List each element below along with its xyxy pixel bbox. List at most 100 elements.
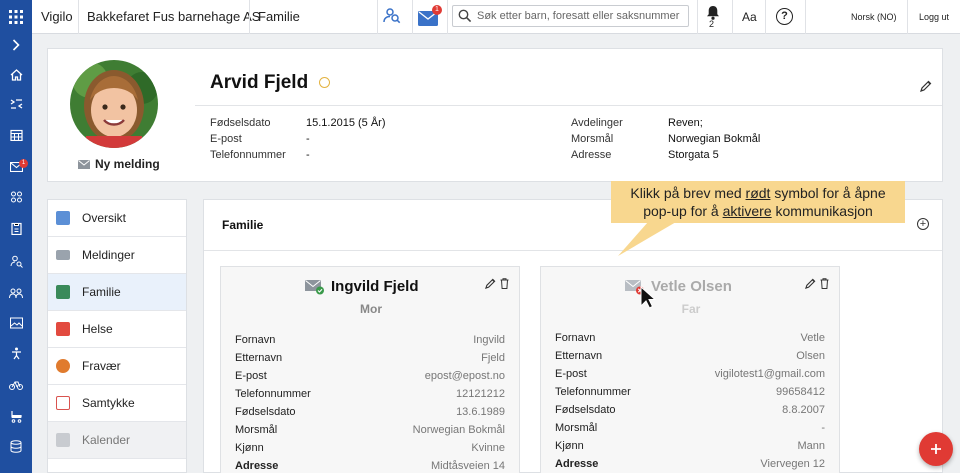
sidebar-item-images[interactable] [0,312,32,334]
absence-icon [56,359,70,373]
sidebar-item-groups[interactable] [0,186,32,208]
mouse-cursor-icon [640,286,656,309]
sidebar-expand-button[interactable] [0,34,32,56]
nav-item-helse[interactable]: Helse [48,311,186,348]
family-icon [56,285,70,299]
sidebar-item-database[interactable] [0,435,32,457]
sidebar-item-clipboard[interactable] [0,217,32,239]
sidebar-item-messages[interactable]: 1 [0,156,32,178]
divider [78,0,79,34]
parent-field-row: Fødselsdato 13.6.1989 [235,406,505,418]
add-fab-button[interactable] [919,432,953,466]
mail-icon [56,250,70,260]
edit-parent-button[interactable] [485,276,496,294]
institution-name[interactable]: Bakkefaret Fus barnehage AS [87,0,260,34]
chevron-right-icon [12,39,20,51]
sidebar-item-person-search[interactable] [0,250,32,272]
search-field[interactable] [452,5,689,27]
mail-active-icon[interactable] [305,279,325,295]
nav-item-familie[interactable]: Familie [48,274,186,311]
divider [412,0,413,34]
tooltip-line-1: Klikk på brev med rødt symbol for å åpne [630,185,886,201]
parent-field-row: Adresse Viervegen 12 [555,458,825,470]
nav-item-label: Fravær [82,359,121,373]
nav-item-fravaer[interactable]: Fravær [48,348,186,385]
language-selector[interactable]: Norsk (NO) [851,0,897,34]
font-size-button[interactable]: Aa [742,0,757,34]
stroller-icon [10,410,22,423]
parent-field-row: Etternavn Olsen [555,350,825,362]
email-value: - [306,133,310,145]
bell-icon [707,6,719,20]
message-badge: 1 [432,5,442,15]
edit-parent-button[interactable] [805,276,816,294]
sidebar-item-checkin[interactable] [0,93,32,115]
edit-profile-button[interactable] [920,79,932,97]
nav-item-label: Familie [82,285,121,299]
tooltip-line-2: pop-up for å aktivere kommunikasjon [643,203,873,219]
divider [765,0,766,34]
parent-field-row: Kjønn Mann [555,440,825,452]
mother-tongue-value: Norwegian Bokmål [668,133,761,145]
nav-item-label: Oversikt [82,211,127,225]
search-input[interactable] [477,7,687,25]
nav-item-label: Samtykke [82,396,135,410]
add-family-member-button[interactable]: + [917,218,929,230]
divider [697,0,698,34]
clipboard-icon [10,222,22,235]
nav-item-oversikt[interactable]: Oversikt [48,200,186,237]
family-divider [204,250,942,251]
sidebar-item-home[interactable] [0,64,32,86]
help-icon[interactable]: ? [776,8,793,25]
parent-card: Vetle Olsen Far Fornavn Vetle Etternavn Ol… [540,266,840,473]
health-icon [56,322,70,336]
profile-card: Ny melding Arvid Fjeld Fødselsdato 15.1.… [47,48,943,182]
divider [907,0,908,34]
mail-icon [78,159,90,169]
sidebar-item-stroller[interactable] [0,405,32,427]
checkin-icon [10,99,22,109]
family-panel: Familie + Ingvild Fjeld Mor Fornavn Ingvi… [203,199,943,473]
tooltip-pointer [618,222,676,256]
delete-parent-button[interactable] [820,276,829,294]
bell-count: 2 [709,19,715,29]
sidebar-item-bike[interactable] [0,374,32,396]
department-label: Avdelinger [571,117,623,129]
messages-button[interactable]: 1 [418,5,442,28]
department-value: Reven; [668,117,703,129]
nav-item-meldinger[interactable]: Meldinger [48,237,186,274]
notifications-button[interactable]: 2 [703,3,723,31]
mother-tongue-label: Morsmål [571,133,614,145]
parent-field-row: Morsmål - [555,422,825,434]
nav-item-kalender[interactable]: Kalender [48,422,186,459]
parent-field-row: Morsmål Norwegian Bokmål [235,424,505,436]
database-icon [10,439,22,453]
logout-button[interactable]: Logg ut [919,0,949,34]
parent-field-row: Kjønn Kvinne [235,442,505,454]
family-title: Familie [222,218,264,232]
sidebar-item-group[interactable] [0,282,32,304]
search-icon [458,9,472,23]
nav-item-label: Meldinger [82,248,135,262]
new-message-label: Ny melding [95,157,160,171]
parent-field-row: Etternavn Fjeld [235,352,505,364]
app-grid-button[interactable] [0,0,32,34]
divider [732,0,733,34]
new-message-button[interactable]: Ny melding [78,157,160,171]
nav-item-samtykke[interactable]: Samtykke [48,385,186,422]
delete-parent-button[interactable] [500,276,509,294]
plus-icon [931,444,941,454]
people-search-button[interactable] [382,6,404,28]
divider [447,0,448,34]
sidebar-message-badge: 1 [19,159,28,168]
phone-label: Telefonnummer [210,149,286,161]
parent-field-row: E-post vigilotest1@gmail.com [555,368,825,380]
status-clock-icon [319,77,330,88]
sidebar-item-accessibility[interactable] [0,342,32,364]
sidebar-item-calendar[interactable] [0,124,32,146]
consent-icon [56,396,70,410]
pencil-icon [920,80,932,92]
child-nav: Oversikt Meldinger Familie Helse Fravær … [47,199,187,473]
address-label: Adresse [571,149,612,161]
nav-item-label: Kalender [82,433,131,447]
